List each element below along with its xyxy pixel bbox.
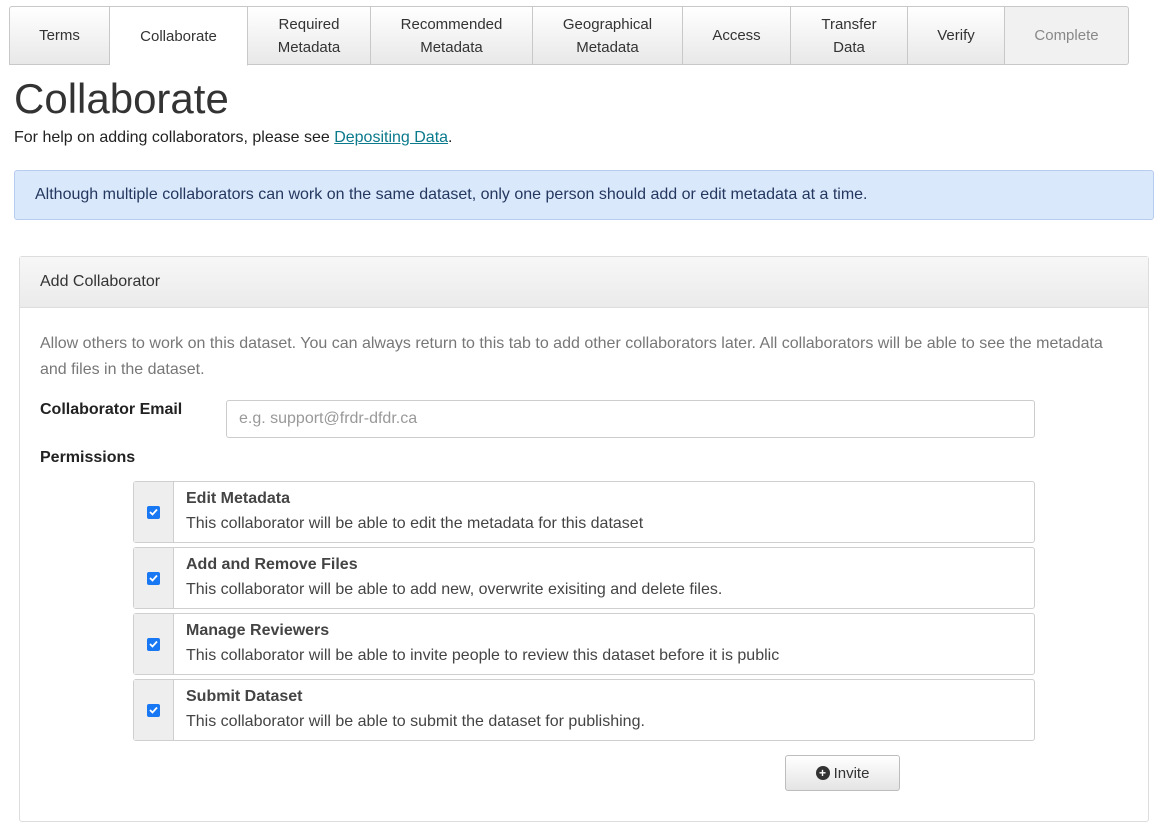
permission-desc: This collaborator will be able to submit… — [186, 713, 645, 730]
manage-reviewers-checkbox[interactable] — [147, 637, 160, 651]
permission-body: Add and Remove Files This collaborator w… — [174, 548, 734, 608]
checkbox-cell — [134, 614, 174, 674]
edit-metadata-checkbox[interactable] — [147, 505, 160, 519]
wizard-tabs: Terms Collaborate Required Metadata Reco… — [9, 6, 1129, 66]
help-prefix: For help on adding collaborators, please… — [14, 129, 335, 146]
permissions-label: Permissions — [40, 449, 136, 466]
invite-label: Invite — [833, 764, 870, 782]
help-text: For help on adding collaborators, please… — [14, 128, 453, 148]
permission-body: Edit Metadata This collaborator will be … — [174, 482, 655, 542]
tab-required-metadata[interactable]: Required Metadata — [248, 6, 371, 65]
tab-label: Terms — [39, 27, 80, 44]
submit-dataset-checkbox[interactable] — [147, 703, 160, 717]
permission-body: Manage Reviewers This collaborator will … — [174, 614, 791, 674]
tab-label: Complete — [1034, 27, 1099, 44]
checkbox-cell — [134, 680, 174, 740]
panel-description: Allow others to work on this dataset. Yo… — [40, 335, 1103, 378]
check-icon — [149, 706, 158, 714]
tab-label: Required Metadata — [277, 15, 341, 56]
permission-edit-metadata: Edit Metadata This collaborator will be … — [133, 481, 1035, 543]
permission-manage-reviewers: Manage Reviewers This collaborator will … — [133, 613, 1035, 675]
checkbox-cell — [134, 482, 174, 542]
plus-circle-icon: + — [815, 766, 830, 780]
permission-desc: This collaborator will be able to add ne… — [186, 581, 723, 598]
collaborator-email-input[interactable] — [226, 400, 1035, 438]
permission-submit-dataset: Submit Dataset This collaborator will be… — [133, 679, 1035, 741]
tab-complete: Complete — [1005, 6, 1129, 65]
add-remove-files-checkbox[interactable] — [147, 571, 160, 585]
tab-collaborate[interactable]: Collaborate — [110, 6, 248, 66]
tab-verify[interactable]: Verify — [908, 6, 1005, 65]
tab-label: Collaborate — [140, 27, 217, 45]
tab-terms[interactable]: Terms — [9, 6, 110, 65]
tab-label: Verify — [937, 27, 975, 44]
permission-title: Submit Dataset — [186, 688, 303, 705]
panel-heading-text: Add Collaborator — [40, 273, 161, 290]
check-icon — [149, 574, 158, 582]
tab-geographical-metadata[interactable]: Geographical Metadata — [533, 6, 683, 65]
permission-title: Edit Metadata — [186, 490, 291, 507]
permission-add-remove-files: Add and Remove Files This collaborator w… — [133, 547, 1035, 609]
info-alert: Although multiple collaborators can work… — [14, 170, 1154, 220]
tab-label: Access — [712, 27, 761, 44]
tab-recommended-metadata[interactable]: Recommended Metadata — [371, 6, 533, 65]
tab-label: Recommended Metadata — [400, 15, 503, 56]
tab-access[interactable]: Access — [683, 6, 791, 65]
panel-heading: Add Collaborator — [20, 257, 1148, 308]
permission-body: Submit Dataset This collaborator will be… — [174, 680, 657, 740]
permission-title: Manage Reviewers — [186, 622, 330, 639]
collaborator-email-label: Collaborator Email — [40, 401, 183, 418]
permissions-list: Edit Metadata This collaborator will be … — [133, 481, 1035, 745]
alert-text: Although multiple collaborators can work… — [35, 186, 868, 203]
check-icon — [149, 640, 158, 648]
help-suffix: . — [448, 129, 453, 146]
permission-desc: This collaborator will be able to edit t… — [186, 515, 644, 532]
invite-button[interactable]: + Invite — [785, 755, 900, 791]
tab-label: Geographical Metadata — [562, 15, 653, 56]
permission-title: Add and Remove Files — [186, 556, 358, 573]
depositing-data-link[interactable]: Depositing Data — [334, 129, 448, 146]
add-collaborator-panel: Add Collaborator Allow others to work on… — [19, 256, 1149, 822]
permission-desc: This collaborator will be able to invite… — [186, 647, 780, 664]
tab-label: Transfer Data — [821, 15, 877, 56]
page-title: Collaborate — [14, 75, 229, 122]
tab-transfer-data[interactable]: Transfer Data — [791, 6, 908, 65]
checkbox-cell — [134, 548, 174, 608]
check-icon — [149, 508, 158, 516]
